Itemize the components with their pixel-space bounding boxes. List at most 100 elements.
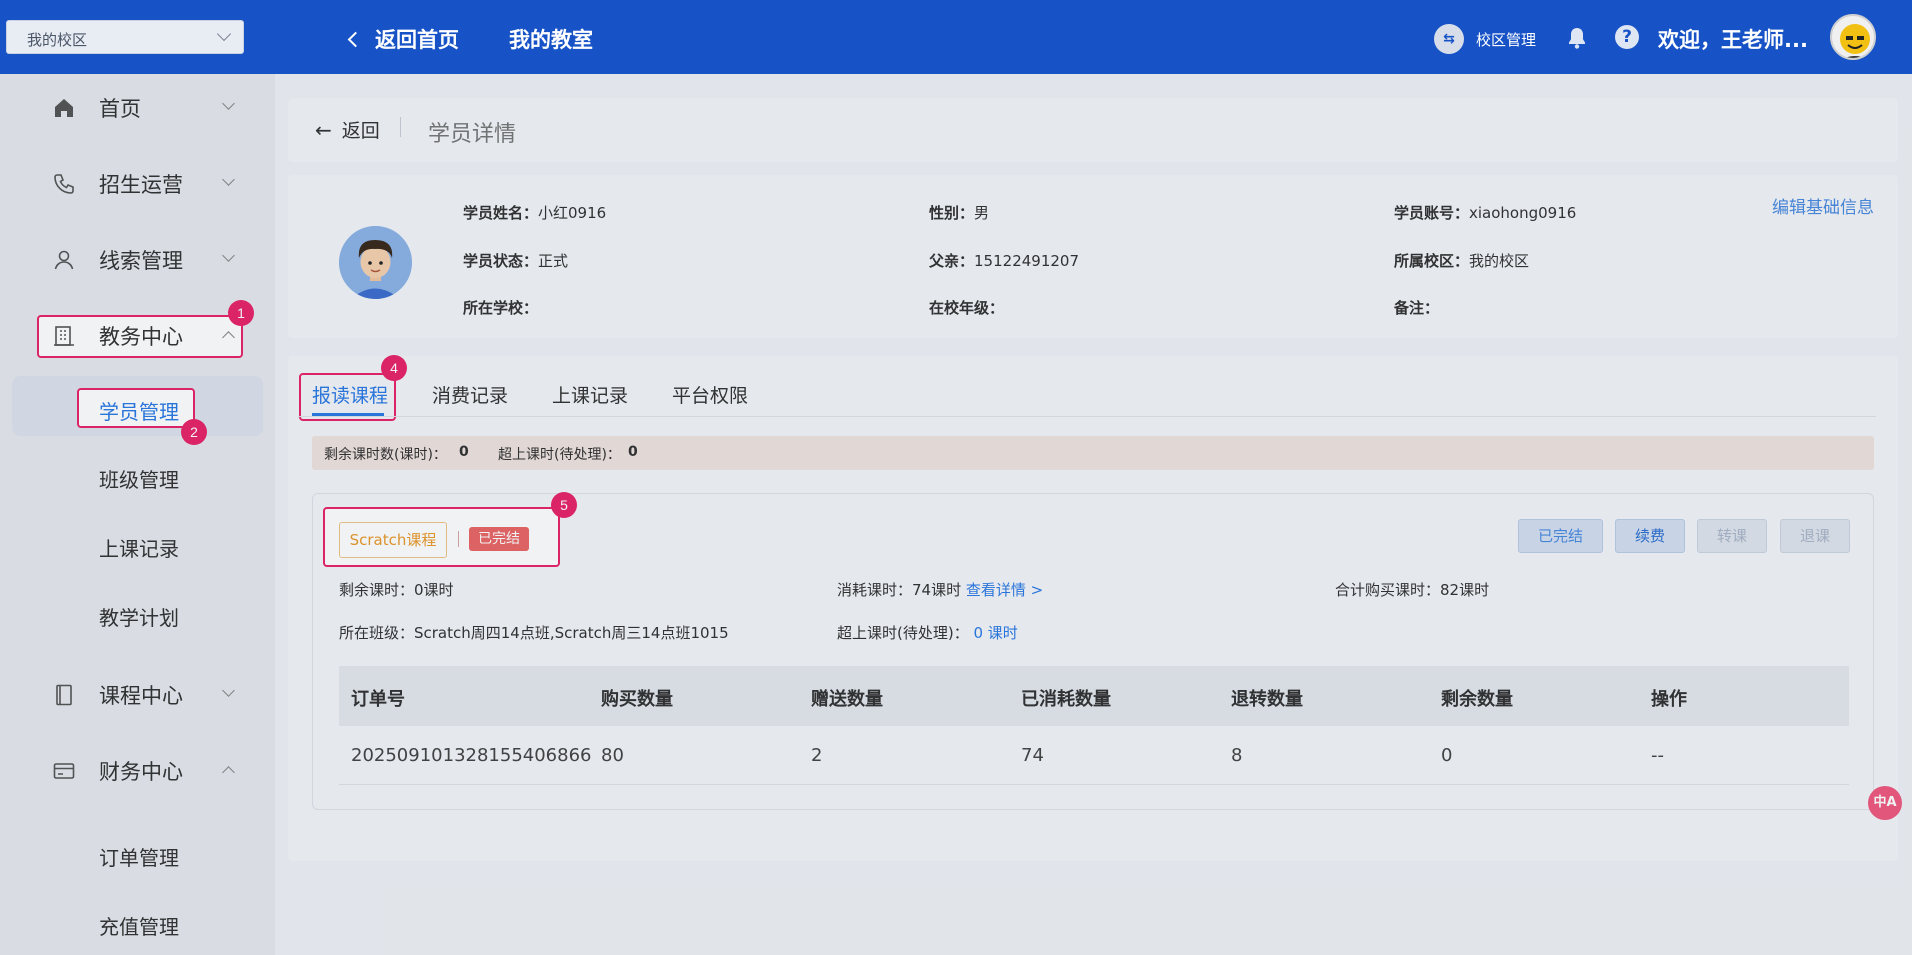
field-value: 我的校区 <box>1469 252 1530 270</box>
student-avatar-icon <box>339 226 412 299</box>
tab-platform-permissions[interactable]: 平台权限 <box>672 381 748 408</box>
sidebar-item-home[interactable]: 首页 <box>0 83 275 133</box>
tab-consume-records[interactable]: 消费记录 <box>432 381 508 408</box>
book-icon <box>56 684 72 706</box>
sidebar-sub-student-manage[interactable]: 学员管理 <box>0 384 275 434</box>
sidebar-item-finance[interactable]: 财务中心 <box>0 746 275 796</box>
tab-lesson-records[interactable]: 上课记录 <box>552 381 628 408</box>
course-consumed-hours: 消耗课时：74课时 查看详情 > <box>837 579 1043 600</box>
sidebar-sub-label: 学员管理 <box>99 400 179 424</box>
transfer-course-button[interactable]: 转课 <box>1697 519 1767 553</box>
field-label: 所在学校： <box>463 299 539 317</box>
user-avatar[interactable] <box>1830 14 1876 60</box>
page-header-card <box>288 98 1898 162</box>
sidebar-sub-label: 班级管理 <box>99 468 179 492</box>
step-badge: 5 <box>551 492 577 518</box>
field-label: 性别： <box>929 204 975 222</box>
sidebar-item-label: 招生运营 <box>99 173 183 197</box>
field-label: 学员姓名： <box>463 204 539 222</box>
divider <box>400 117 401 137</box>
column-header: 操作 <box>1651 689 1687 710</box>
welcome-text[interactable]: 欢迎，王老师... <box>1658 24 1808 54</box>
table-cell: 74 <box>1021 745 1044 766</box>
remaining-hours-value: 0 <box>459 444 469 460</box>
chevron-down-icon <box>222 173 235 186</box>
over-hours-label: 超上课时(待处理)： <box>498 447 621 463</box>
course-classes: 所在班级：Scratch周四14点班,Scratch周三14点班1015 <box>339 624 729 642</box>
column-header: 购买数量 <box>601 689 673 710</box>
status-badge: 已完结 <box>469 527 529 551</box>
chevron-up-icon <box>222 331 235 344</box>
field-label: 备注： <box>1394 299 1440 317</box>
translate-icon[interactable]: 中A <box>1868 786 1902 820</box>
chevron-down-icon <box>222 97 235 110</box>
sidebar-item-label: 课程中心 <box>99 684 183 708</box>
field-label: 父亲： <box>929 252 975 270</box>
sidebar-item-label: 首页 <box>99 97 141 121</box>
bell-icon[interactable] <box>1565 26 1589 50</box>
field-value: 正式 <box>538 252 569 270</box>
refund-course-button[interactable]: 退课 <box>1780 519 1850 553</box>
over-hours-link[interactable]: 0 课时 <box>974 624 1018 642</box>
view-detail-link[interactable]: 查看详情 > <box>966 581 1043 599</box>
chevron-down-icon <box>222 249 235 262</box>
field-label: 学员账号： <box>1394 204 1470 222</box>
table-cell: 80 <box>601 745 624 766</box>
my-classroom-link[interactable]: 我的教室 <box>509 24 593 54</box>
student-gender-field: 性别：男 <box>929 202 989 223</box>
top-header: 我的校区 返回首页 我的教室 ⇆ 校区管理 ? 欢迎，王老师... <box>0 0 1912 74</box>
building-icon <box>54 326 74 346</box>
page-title: 学员详情 <box>428 122 517 147</box>
avatar-face-icon <box>1840 24 1870 58</box>
field-value: 男 <box>974 204 990 222</box>
campus-manage-button[interactable]: ⇆ 校区管理 <box>1434 24 1536 54</box>
sidebar-item-label: 教务中心 <box>99 325 183 349</box>
field-label: 在校年级： <box>929 299 1005 317</box>
sidebar-sub-lesson-records[interactable]: 上课记录 <box>0 521 275 571</box>
sidebar-sub-teaching-plan[interactable]: 教学计划 <box>0 590 275 640</box>
column-header: 订单号 <box>351 689 405 710</box>
sidebar-sub-recharge-manage[interactable]: 充值管理 <box>0 899 275 949</box>
sidebar-item-label: 财务中心 <box>99 760 183 784</box>
over-hours-value: 0 <box>628 444 638 460</box>
completed-button[interactable]: 已完结 <box>1518 519 1603 553</box>
step-badge: 1 <box>228 300 254 326</box>
student-status-field: 学员状态：正式 <box>463 250 568 271</box>
sidebar-sub-class-manage[interactable]: 班级管理 <box>0 452 275 502</box>
sidebar-item-course-center[interactable]: 课程中心 <box>0 670 275 720</box>
row-divider <box>339 784 1849 785</box>
sidebar-sub-order-manage[interactable]: 订单管理 <box>0 830 275 880</box>
step-badge: 2 <box>181 419 207 445</box>
phone-icon <box>54 174 74 194</box>
field-value: 15122491207 <box>974 252 1079 270</box>
sidebar-item-recruitment[interactable]: 招生运营 <box>0 159 275 209</box>
table-cell: 2 <box>811 745 823 766</box>
back-home-label: 返回首页 <box>375 28 459 52</box>
sidebar-item-leads[interactable]: 线索管理 <box>0 235 275 285</box>
table-cell-actions[interactable]: -- <box>1651 745 1664 766</box>
tab-enrolled-courses[interactable]: 报读课程 <box>312 381 388 408</box>
chevron-up-icon <box>222 766 235 779</box>
sidebar-sub-label: 教学计划 <box>99 606 179 630</box>
back-home-link[interactable]: 返回首页 <box>347 24 459 54</box>
tab-divider <box>298 416 1876 417</box>
course-name-tag: Scratch课程 <box>339 522 447 558</box>
help-icon[interactable]: ? <box>1615 25 1639 49</box>
campus-select[interactable]: 我的校区 <box>6 20 244 54</box>
sidebar-sub-label: 订单管理 <box>99 846 179 870</box>
edit-basic-info-link[interactable]: 编辑基础信息 <box>1772 193 1874 218</box>
course-over-hours: 超上课时(待处理)： 0 课时 <box>837 622 1018 643</box>
field-value: 小红0916 <box>538 204 607 222</box>
hours-summary-bar: 剩余课时数(课时)： 0 超上课时(待处理)： 0 <box>312 436 1874 470</box>
remaining-hours-label: 剩余课时数(课时)： <box>324 447 447 463</box>
back-button[interactable]: ← 返回 <box>315 116 380 143</box>
renew-button[interactable]: 续费 <box>1615 519 1685 553</box>
over-label: 超上课时(待处理)： <box>837 624 969 642</box>
course-remaining-hours: 剩余课时：0课时 <box>339 581 454 599</box>
student-name-field: 学员姓名：小红0916 <box>463 202 606 223</box>
column-header: 退转数量 <box>1231 689 1303 710</box>
table-cell: 0 <box>1441 745 1453 766</box>
sidebar-sub-label: 上课记录 <box>99 537 179 561</box>
divider <box>458 531 459 547</box>
student-account-field: 学员账号：xiaohong0916 <box>1394 202 1576 223</box>
